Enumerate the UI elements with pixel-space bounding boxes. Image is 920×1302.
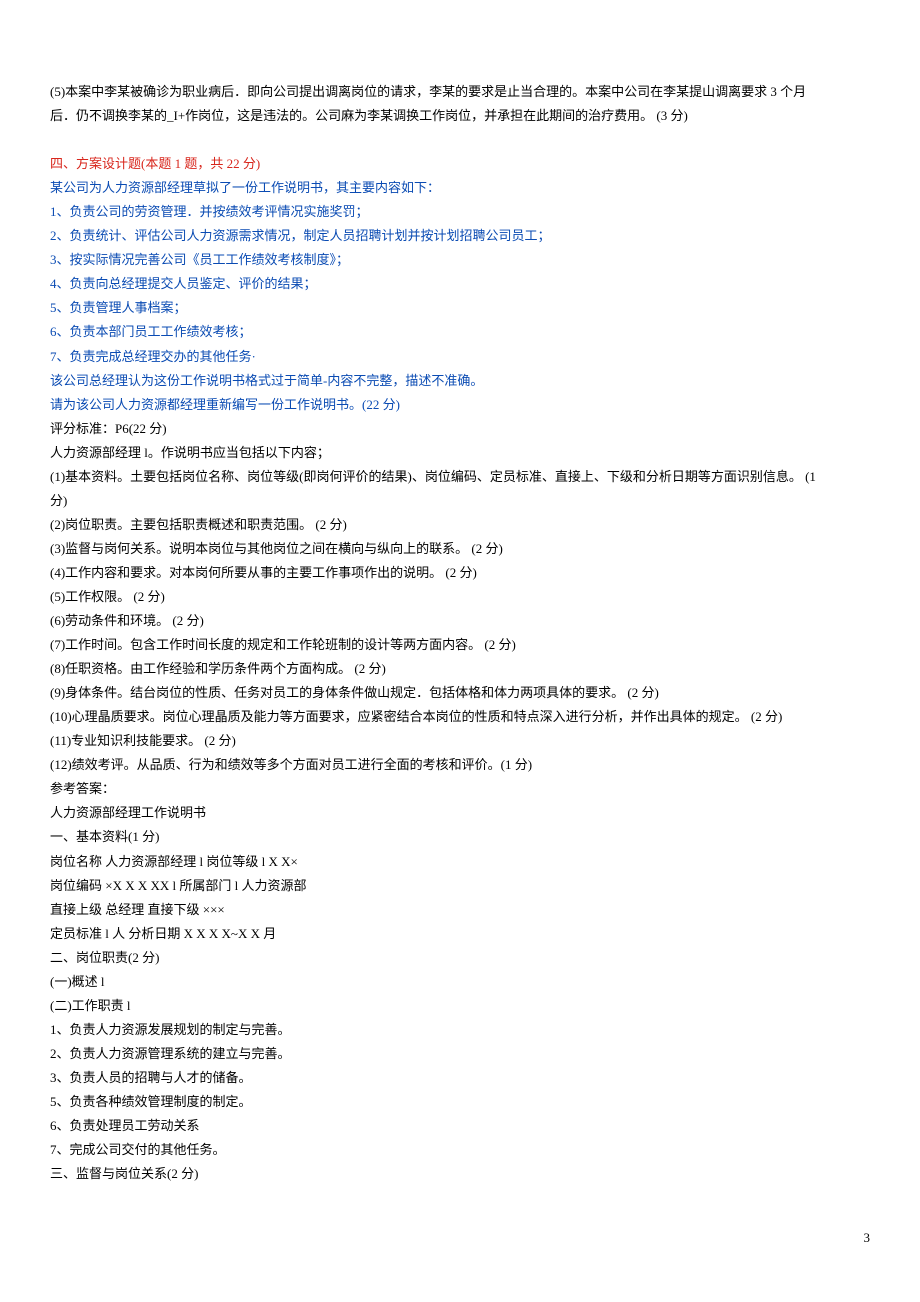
page-number: 3 — [50, 1226, 870, 1250]
answer-s2-item-1: 1、负责人力资源发展规划的制定与完善。 — [50, 1018, 870, 1042]
section-4-title: 四、方案设计题(本题 1 题，共 22 分) — [50, 152, 870, 176]
grading-item-1a: (1)基本资料。土要包括岗位名称、岗位等级(即岗何评价的结果)、岗位编码、定员标… — [50, 465, 870, 489]
document-page: (5)本案中李某被确诊为职业病后．即向公司提出调离岗位的请求，李某的要求是止当合… — [50, 80, 870, 1250]
grading-item-7: (7)工作时间。包含工作时间长度的规定和工作轮班制的设计等两方面内容。 (2 分… — [50, 633, 870, 657]
reference-answer-p1: 人力资源部经理工作说明书 — [50, 801, 870, 825]
answer-s2-item-7: 7、完成公司交付的其他任务。 — [50, 1138, 870, 1162]
answer-s2-item-5: 5、负责各种绩效管理制度的制定。 — [50, 1090, 870, 1114]
reference-answer-title: 参考答案： — [50, 777, 870, 801]
grading-item-11: (11)专业知识利技能要求。 (2 分) — [50, 729, 870, 753]
answer-s2-line-1: (一)概述 l — [50, 970, 870, 994]
grading-item-12: (12)绩效考评。从品质、行为和绩效等多个方面对员工进行全面的考核和评价。(1 … — [50, 753, 870, 777]
grading-item-1b: 分) — [50, 489, 870, 513]
answer-s2-line-2: (二)工作职责 l — [50, 994, 870, 1018]
grading-item-6: (6)劳动条件和环境。 (2 分) — [50, 609, 870, 633]
grading-standard-title: 评分标准：P6(22 分) — [50, 417, 870, 441]
grading-item-5: (5)工作权限。 (2 分) — [50, 585, 870, 609]
answer-s1-line-2: 岗位编码 ×X X X XX l 所属部门 l 人力资源部 — [50, 874, 870, 898]
answer-s1-line-1: 岗位名称 人力资源部经理 l 岗位等级 l X X× — [50, 850, 870, 874]
section-4-item-3: 3、按实际情况完善公司《员工工作绩效考核制度》； — [50, 248, 870, 272]
section-4-item-6: 6、负责本部门员工工作绩效考核； — [50, 320, 870, 344]
section-4-p3: 请为该公司人力资源都经理重新编写一份工作说明书。(22 分) — [50, 393, 870, 417]
section-4-p2: 该公司总经理认为这份工作说明书格式过于简单-内容不完整，描述不准确。 — [50, 369, 870, 393]
section-4-item-4: 4、负责向总经理提交人员鉴定、评价的结果； — [50, 272, 870, 296]
answer-s2-item-3: 3、负责人员的招聘与人才的储备。 — [50, 1066, 870, 1090]
answer-s2-item-6: 6、负责处理员工劳动关系 — [50, 1114, 870, 1138]
grading-item-10: (10)心理晶质要求。岗位心理晶质及能力等方面要求，应紧密结合本岗位的性质和特点… — [50, 705, 870, 729]
grading-item-3: (3)监督与岗何关系。说明本岗位与其他岗位之间在横向与纵向上的联系。 (2 分) — [50, 537, 870, 561]
answer-s2-item-2: 2、负责人力资源管理系统的建立与完善。 — [50, 1042, 870, 1066]
intro-line-1: (5)本案中李某被确诊为职业病后．即向公司提出调离岗位的请求，李某的要求是止当合… — [50, 80, 870, 104]
grading-standard-p1: 人力资源部经理 l。作说明书应当包括以下内容； — [50, 441, 870, 465]
answer-section-3: 三、监督与岗位关系(2 分) — [50, 1162, 870, 1186]
answer-section-1: 一、基本资料(1 分) — [50, 825, 870, 849]
section-4-prompt: 某公司为人力资源部经理草拟了一份工作说明书，其主要内容如下： — [50, 176, 870, 200]
grading-item-9: (9)身体条件。结台岗位的性质、任务对员工的身体条件做山规定．包括体格和体力两项… — [50, 681, 870, 705]
section-4-item-5: 5、负责管理人事档案； — [50, 296, 870, 320]
grading-item-2: (2)岗位职责。主要包括职责概述和职责范围。 (2 分) — [50, 513, 870, 537]
grading-item-4: (4)工作内容和要求。对本岗何所要从事的主要工作事项作出的说明。 (2 分) — [50, 561, 870, 585]
answer-section-2: 二、岗位职责(2 分) — [50, 946, 870, 970]
grading-item-8: (8)任职资格。由工作经验和学历条件两个方面构成。 (2 分) — [50, 657, 870, 681]
answer-s1-line-4: 定员标准 l 人 分析日期 X X X X~X X 月 — [50, 922, 870, 946]
section-4-item-7: 7、负责完成总经理交办的其他任务· — [50, 345, 870, 369]
answer-s1-line-3: 直接上级 总经理 直接下级 ××× — [50, 898, 870, 922]
intro-line-2: 后．仍不调换李某的_I+作岗位，这是违法的。公司麻为李某调换工作岗位，并承担在此… — [50, 104, 870, 128]
section-4-item-2: 2、负责统计、评估公司人力资源需求情况，制定人员招聘计划并按计划招聘公司员工； — [50, 224, 870, 248]
section-4-item-1: 1、负责公司的劳资管理．并按绩效考评情况实施奖罚； — [50, 200, 870, 224]
